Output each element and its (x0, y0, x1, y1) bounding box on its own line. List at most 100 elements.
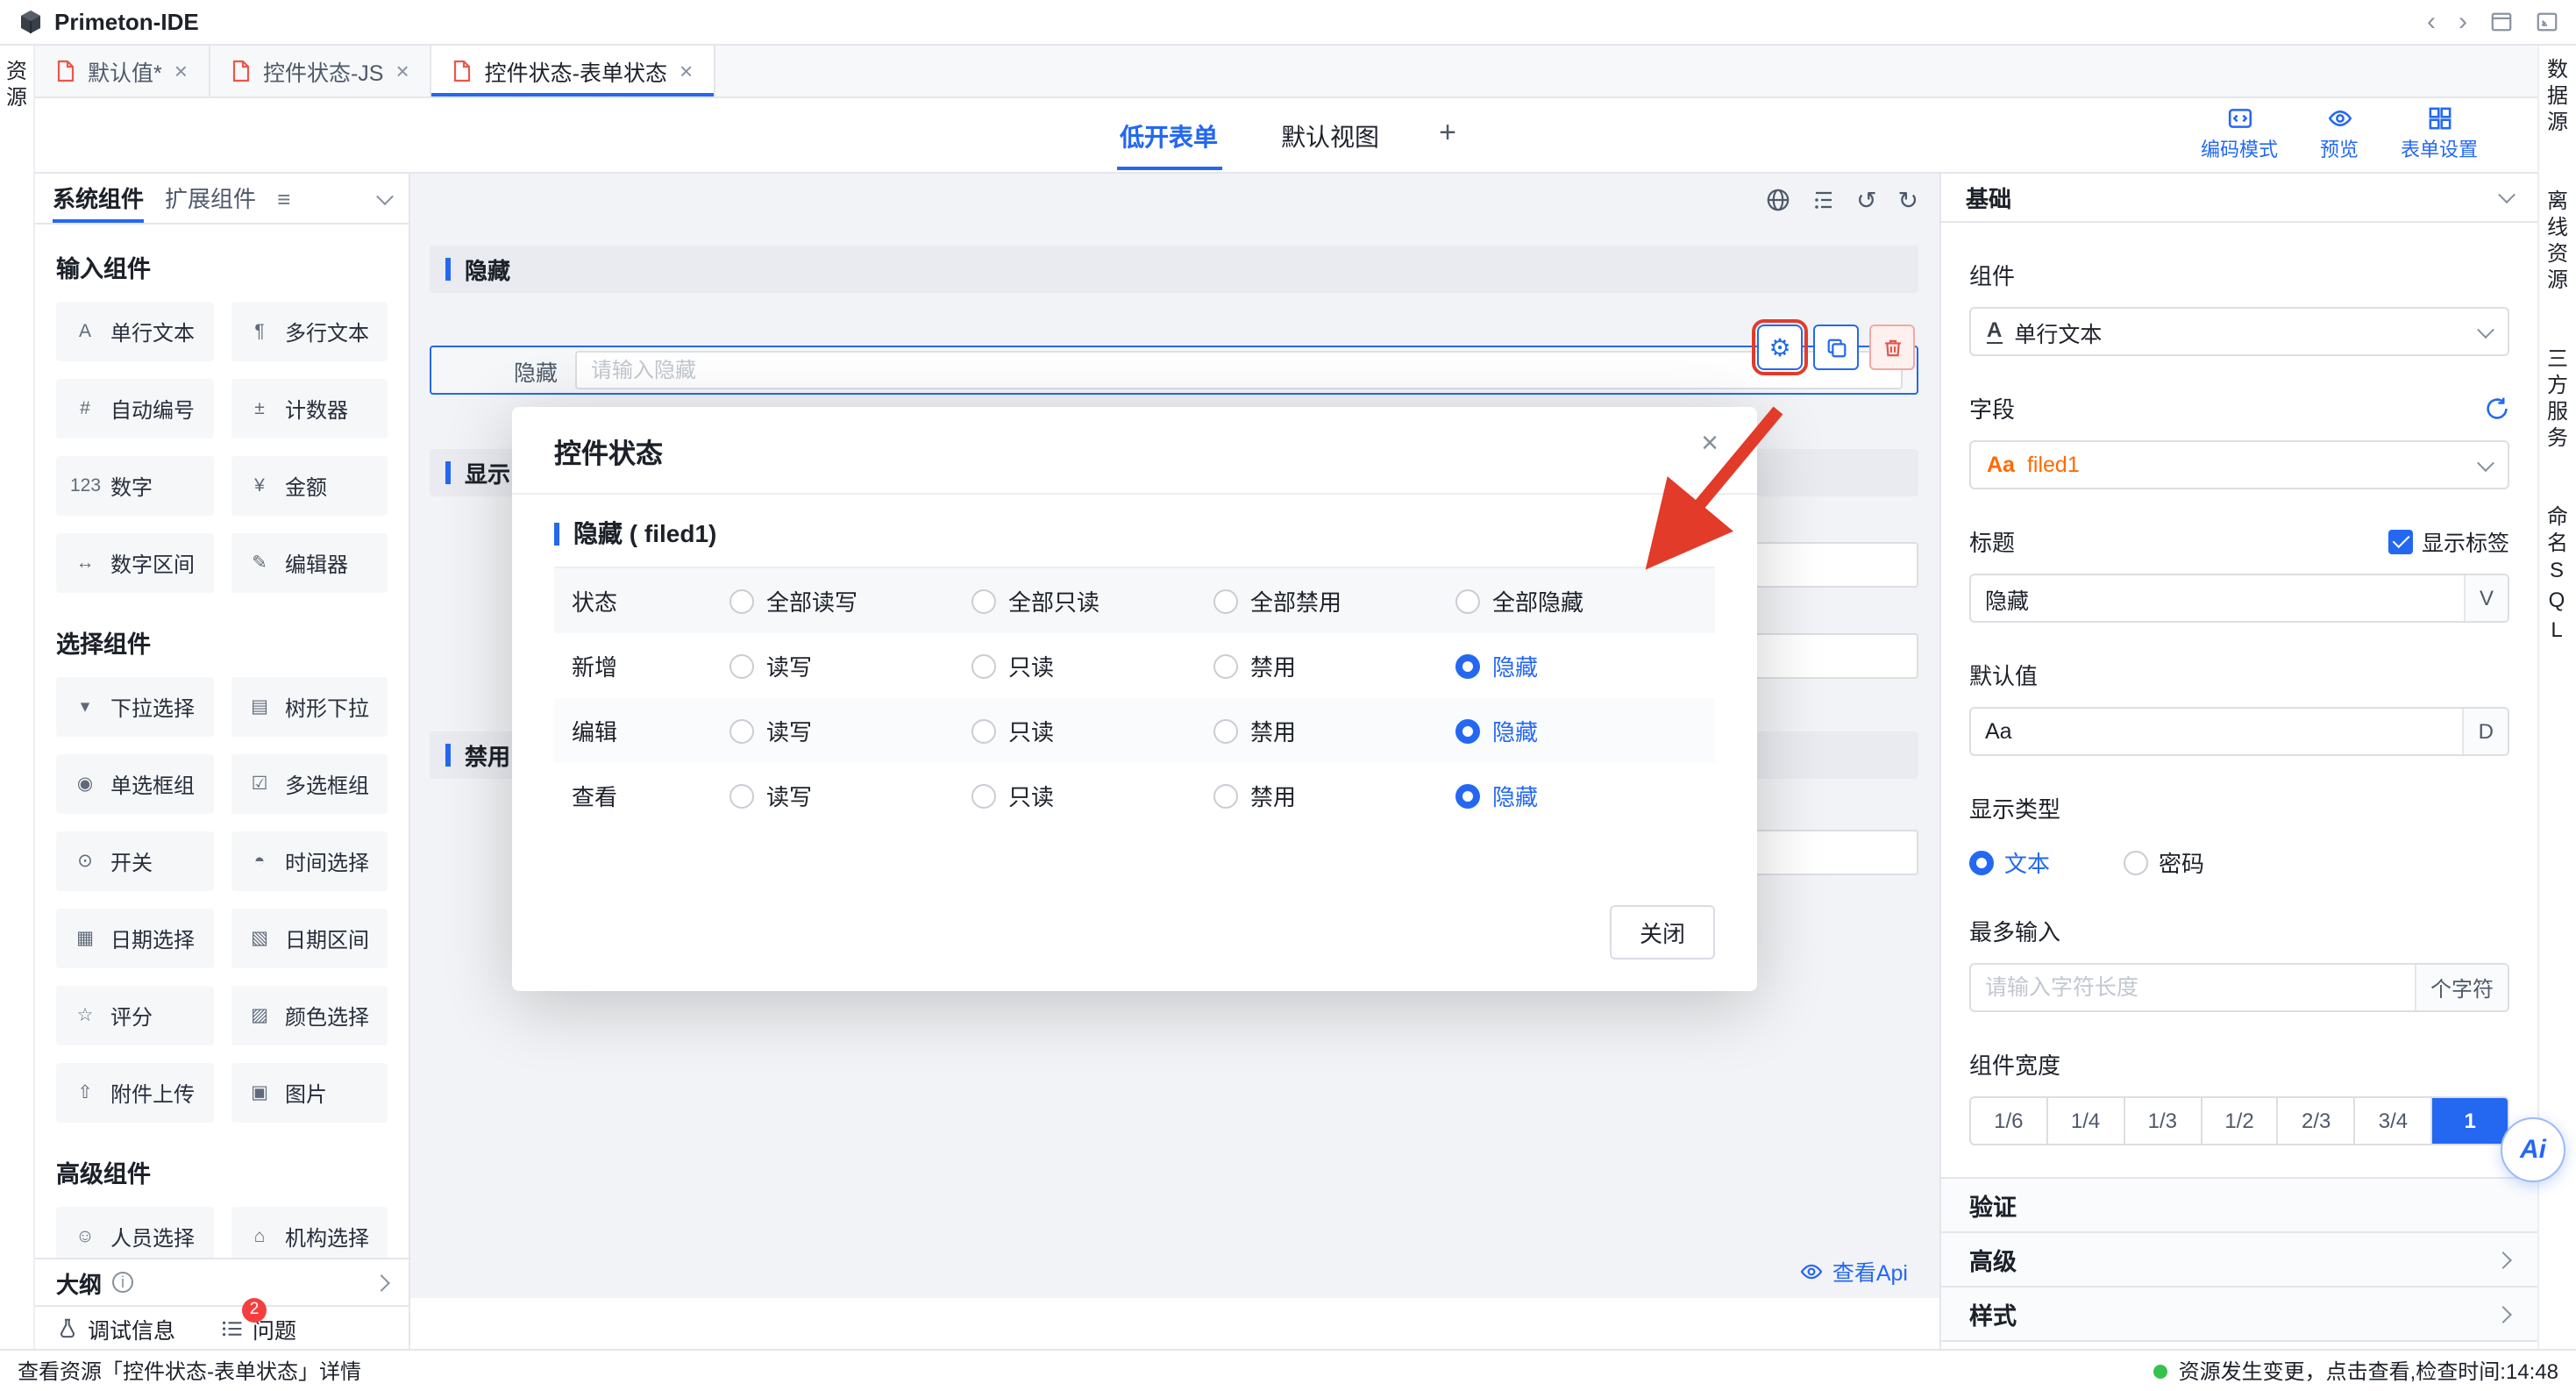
title-variable-button[interactable]: V (2464, 575, 2508, 621)
modal-close-icon[interactable]: × (1701, 426, 1719, 461)
width-option-2-3[interactable]: 2/3 (2277, 1098, 2354, 1144)
radio-icon[interactable] (729, 653, 754, 678)
form-section-hidden[interactable]: 隐藏 (430, 246, 1918, 293)
radio-icon[interactable] (729, 718, 754, 743)
display-type-password-option[interactable]: 密码 (2124, 845, 2204, 879)
component-item-color-picker[interactable]: ▨颜色选择 (231, 986, 388, 1045)
doc-tab-default-value[interactable]: 默认值* × (35, 46, 210, 96)
option-disabled[interactable]: 禁用 (1213, 714, 1455, 747)
default-value-dynamic-button[interactable]: D (2463, 709, 2508, 754)
radio-icon[interactable] (971, 588, 996, 613)
status-right[interactable]: 资源发生变更，点击查看,检查时间:14:48 (2154, 1356, 2558, 1386)
component-item-auto-number[interactable]: #自动编号 (56, 379, 213, 439)
resources-rail-item[interactable]: 资源 (2, 60, 32, 112)
component-item-switch[interactable]: ⊙开关 (56, 831, 213, 891)
debug-info-button[interactable]: 调试信息 (56, 1311, 175, 1345)
radio-icon[interactable] (729, 783, 754, 808)
display-type-text-option[interactable]: 文本 (1969, 845, 2050, 879)
radio-selected-icon[interactable] (1455, 783, 1480, 808)
radio-selected-icon[interactable] (1455, 653, 1480, 678)
window-icon[interactable] (2490, 11, 2513, 33)
nav-forward-icon[interactable]: › (2459, 9, 2467, 35)
close-icon[interactable]: × (680, 60, 693, 82)
redo-icon[interactable]: ↻ (1898, 188, 1918, 212)
max-input-field[interactable] (1971, 965, 2415, 1010)
option-all-hidden[interactable]: 全部隐藏 (1455, 584, 1697, 617)
field-name-select[interactable]: Aa filed1 (1969, 440, 2509, 489)
option-readonly[interactable]: 只读 (971, 714, 1213, 747)
selected-field-row[interactable]: 隐藏 (430, 346, 1918, 395)
width-option-1-2[interactable]: 1/2 (2200, 1098, 2277, 1144)
radio-icon[interactable] (1213, 588, 1238, 613)
ai-assistant-button[interactable]: Ai (2501, 1117, 2565, 1182)
show-label-checkbox-row[interactable]: 显示标签 (2388, 524, 2509, 558)
close-icon[interactable]: × (395, 60, 409, 82)
console-icon[interactable] (2536, 11, 2558, 33)
option-readonly[interactable]: 只读 (971, 649, 1213, 682)
rail-item-third-party-services[interactable]: 三方服务 (2543, 347, 2572, 453)
option-disabled[interactable]: 禁用 (1213, 779, 1455, 812)
section-style[interactable]: 样式 (1941, 1286, 2537, 1340)
component-item-counter[interactable]: ±计数器 (231, 379, 388, 439)
component-type-select[interactable]: A 单行文本 (1969, 307, 2509, 356)
option-all-readwrite[interactable]: 全部读写 (729, 584, 971, 617)
radio-icon[interactable] (1213, 783, 1238, 808)
component-item-number[interactable]: 123数字 (56, 456, 213, 516)
section-advanced[interactable]: 高级 (1941, 1231, 2537, 1286)
view-tab-low-code-form[interactable]: 低开表单 (1116, 100, 1221, 170)
default-value-input[interactable] (1971, 709, 2463, 754)
radio-icon[interactable] (971, 783, 996, 808)
option-readwrite[interactable]: 读写 (729, 714, 971, 747)
title-input[interactable] (1971, 575, 2464, 621)
component-item-org-picker[interactable]: ⌂机构选择 (231, 1207, 388, 1258)
chevron-right-icon[interactable] (373, 1273, 390, 1291)
option-hidden-selected[interactable]: 隐藏 (1455, 649, 1697, 682)
component-item-image[interactable]: ▣图片 (231, 1063, 388, 1123)
close-icon[interactable]: × (174, 60, 188, 82)
collapse-panel-icon[interactable] (376, 187, 394, 204)
component-item-rating[interactable]: ☆评分 (56, 986, 213, 1045)
component-item-number-range[interactable]: ↔数字区间 (56, 533, 213, 593)
doc-tab-control-state-form[interactable]: 控件状态-表单状态 × (432, 46, 716, 96)
checkbox-checked-icon[interactable] (2388, 529, 2413, 553)
menu-icon[interactable]: ≡ (277, 185, 290, 211)
option-all-readonly[interactable]: 全部只读 (971, 584, 1213, 617)
add-view-button[interactable]: + (1439, 115, 1456, 155)
tab-system-components[interactable]: 系统组件 (53, 174, 144, 223)
option-all-disabled[interactable]: 全部禁用 (1213, 584, 1455, 617)
width-option-full[interactable]: 1 (2430, 1098, 2508, 1144)
width-option-1-3[interactable]: 1/3 (2123, 1098, 2200, 1144)
component-item-editor[interactable]: ✎编辑器 (231, 533, 388, 593)
component-item-amount[interactable]: ¥金额 (231, 456, 388, 516)
chevron-down-icon[interactable] (2498, 186, 2516, 203)
width-option-1-4[interactable]: 1/4 (2046, 1098, 2124, 1144)
option-readwrite[interactable]: 读写 (729, 649, 971, 682)
component-item-single-line-text[interactable]: A单行文本 (56, 302, 213, 361)
radio-selected-icon[interactable] (1455, 718, 1480, 743)
radio-icon[interactable] (1213, 718, 1238, 743)
component-item-date-range[interactable]: ▧日期区间 (231, 909, 388, 968)
radio-icon[interactable] (1455, 588, 1480, 613)
option-hidden-selected[interactable]: 隐藏 (1455, 714, 1697, 747)
option-readonly[interactable]: 只读 (971, 779, 1213, 812)
component-item-date-picker[interactable]: ▦日期选择 (56, 909, 213, 968)
component-item-multi-line-text[interactable]: ¶多行文本 (231, 302, 388, 361)
nav-back-icon[interactable]: ‹ (2427, 9, 2436, 35)
radio-icon[interactable] (971, 653, 996, 678)
component-item-file-upload[interactable]: ⇧附件上传 (56, 1063, 213, 1123)
width-option-3-4[interactable]: 3/4 (2354, 1098, 2431, 1144)
preview-button[interactable]: 预览 (2320, 105, 2359, 163)
radio-icon[interactable] (971, 718, 996, 743)
properties-header[interactable]: 基础 (1941, 174, 2537, 223)
form-settings-button[interactable]: 表单设置 (2401, 105, 2478, 163)
component-item-dropdown[interactable]: ▾下拉选择 (56, 677, 213, 737)
field-settings-button[interactable]: ⚙ (1757, 325, 1803, 370)
undo-icon[interactable]: ↺ (1856, 188, 1876, 212)
component-item-tree-dropdown[interactable]: ▤树形下拉 (231, 677, 388, 737)
hidden-field-input[interactable] (575, 351, 1903, 389)
radio-icon[interactable] (729, 588, 754, 613)
refresh-icon[interactable] (2485, 396, 2509, 420)
problems-button[interactable]: 问题 2 (221, 1311, 296, 1345)
structure-icon[interactable] (1811, 188, 1835, 212)
option-hidden-selected[interactable]: 隐藏 (1455, 779, 1697, 812)
